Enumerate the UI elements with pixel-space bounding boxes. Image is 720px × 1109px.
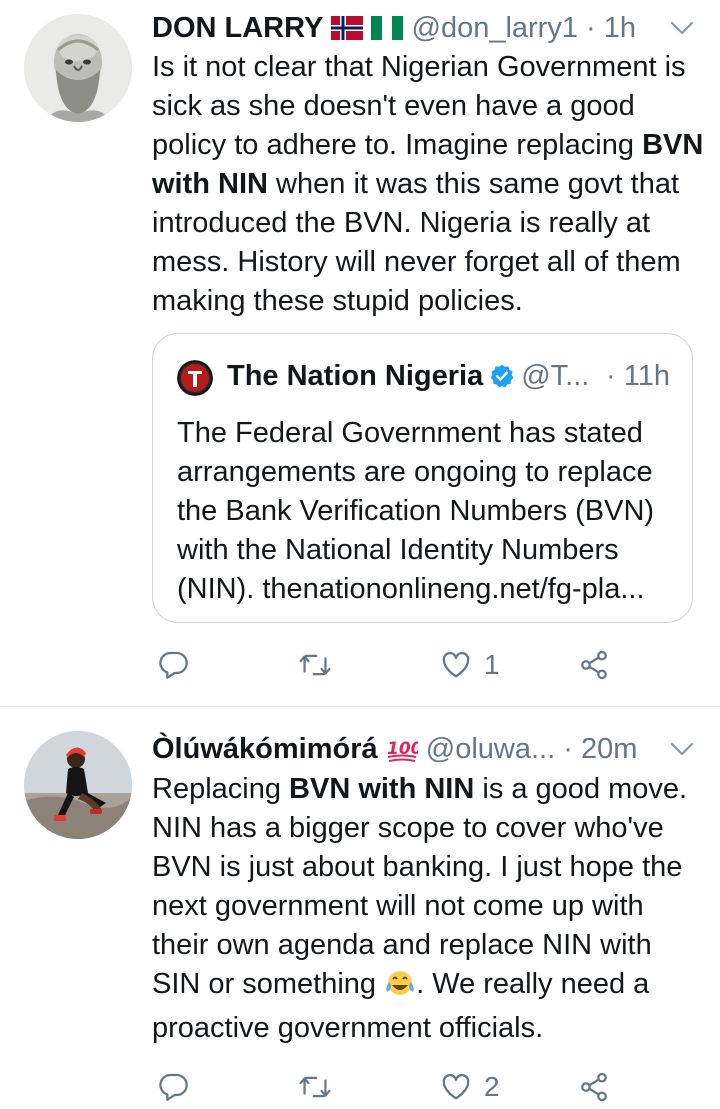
timestamp[interactable]: 20m — [581, 733, 637, 765]
retweet-icon — [299, 654, 331, 676]
tweet[interactable]: DON LARRY @don_larry1 · 1h Is it not cle… — [0, 0, 720, 706]
verified-badge-icon — [489, 360, 515, 400]
tweet-actions: 2 — [0, 1067, 720, 1107]
quoted-tweet-header: The Nation Nigeria @T... · 11h — [227, 356, 672, 396]
avatar[interactable] — [24, 14, 132, 122]
quoted-display-name: The Nation Nigeria — [227, 360, 484, 392]
display-name[interactable]: Òlúwákómimórá — [152, 733, 378, 765]
like-button[interactable]: 1 — [440, 645, 500, 685]
quoted-user-handle: @T... — [521, 360, 590, 392]
share-button[interactable] — [578, 1067, 610, 1107]
quoted-tweet-text: The Federal Government has stated arrang… — [177, 417, 655, 605]
chevron-down-icon[interactable] — [668, 18, 696, 38]
like-count: 2 — [484, 1071, 500, 1102]
tweet-text: Replacing BVN with NIN is a good move. N… — [152, 773, 688, 1044]
tweet-header: Òlúwákómimórá 100 @oluwa... · 20m — [152, 731, 700, 767]
reply-button[interactable] — [158, 1067, 202, 1107]
nigeria-flag-icon — [371, 13, 404, 49]
woman-photo-avatar-image — [24, 731, 132, 839]
reply-icon — [159, 1073, 188, 1101]
share-icon — [581, 650, 607, 680]
timestamp[interactable]: 1h — [604, 12, 636, 44]
separator-dot: · — [563, 733, 573, 765]
socrates-bust-avatar-image — [24, 14, 132, 122]
bold-text: BVN with NIN — [289, 773, 475, 805]
quoted-tweet-card[interactable]: The Nation Nigeria @T... · 11h The Federa… — [152, 333, 693, 623]
avatar[interactable] — [24, 731, 132, 839]
quoted-timestamp: · 11h — [606, 360, 670, 392]
like-count: 1 — [484, 649, 500, 680]
reply-icon — [159, 651, 188, 679]
like-button[interactable]: 2 — [440, 1067, 500, 1107]
display-name[interactable]: DON LARRY — [152, 12, 323, 44]
retweet-button[interactable] — [298, 645, 344, 685]
share-icon — [581, 1072, 607, 1102]
norway-flag-icon — [331, 13, 364, 49]
share-button[interactable] — [578, 645, 610, 685]
heart-icon — [442, 651, 470, 678]
hundred-points-emoji: 100 — [386, 735, 422, 772]
tweet-text: Is it not clear that Nigerian Government… — [152, 51, 704, 317]
separator-dot: · — [586, 12, 596, 44]
heart-icon — [442, 1073, 470, 1100]
retweet-button[interactable] — [298, 1067, 344, 1107]
tears-of-joy-emoji — [384, 968, 416, 1009]
retweet-icon — [299, 1076, 331, 1098]
chevron-down-icon[interactable] — [668, 739, 696, 759]
the-nation-logo-icon — [177, 360, 213, 396]
tweet-header: DON LARRY @don_larry1 · 1h — [152, 10, 700, 46]
tweet-actions: 1 — [0, 645, 720, 685]
user-handle[interactable]: @oluwa... — [426, 733, 555, 765]
user-handle[interactable]: @don_larry1 — [412, 12, 578, 44]
reply-button[interactable] — [158, 645, 202, 685]
tweet[interactable]: Òlúwákómimórá 100 @oluwa... · 20m Replac… — [0, 707, 720, 1109]
